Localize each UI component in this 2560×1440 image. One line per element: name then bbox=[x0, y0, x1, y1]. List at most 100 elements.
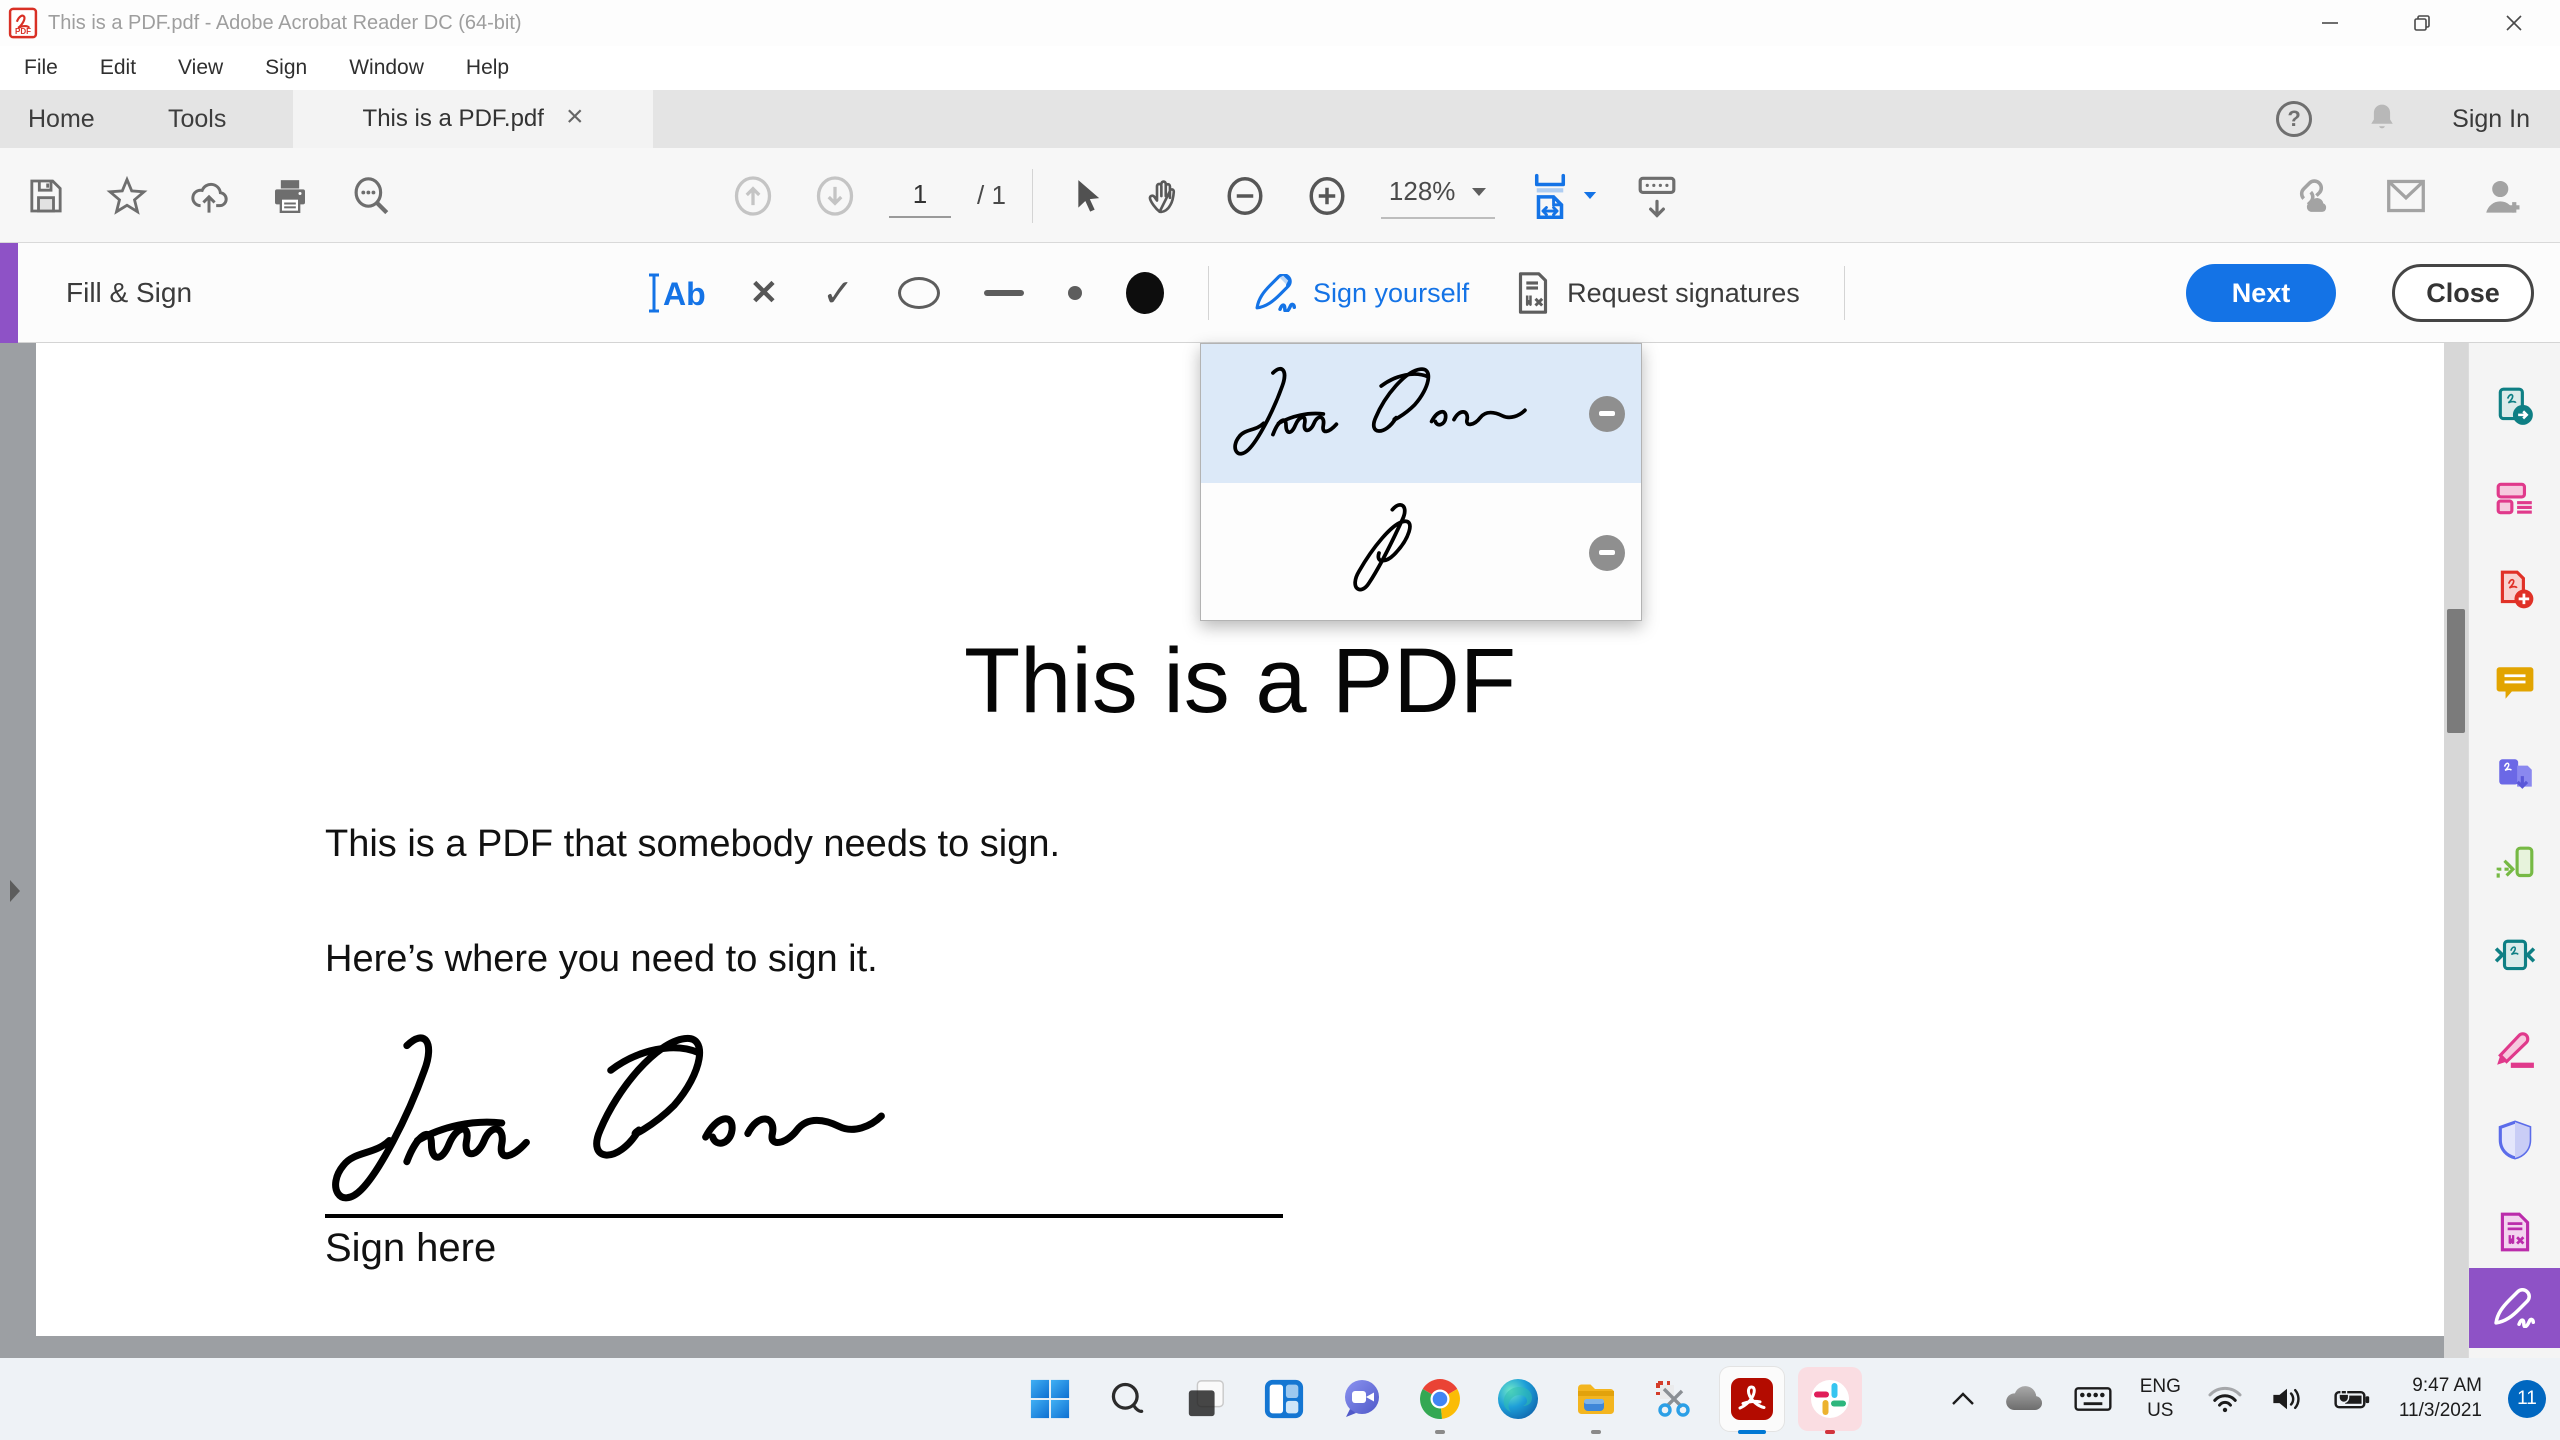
line-tool[interactable] bbox=[984, 290, 1024, 296]
notification-center-badge[interactable]: 11 bbox=[2508, 1380, 2546, 1418]
fill-sign-divider bbox=[1208, 266, 1209, 320]
remove-signature-button[interactable] bbox=[1589, 396, 1625, 432]
fill-sign-pen-icon bbox=[2492, 1288, 2538, 1328]
select-tool-icon[interactable] bbox=[1059, 170, 1111, 222]
battery-icon[interactable] bbox=[2331, 1384, 2373, 1414]
onedrive-icon[interactable] bbox=[2002, 1384, 2046, 1414]
close-window-button[interactable] bbox=[2468, 0, 2560, 46]
previous-page-icon[interactable] bbox=[725, 168, 781, 224]
windows-taskbar: ENG US 9:47 AM bbox=[0, 1358, 2560, 1440]
circle-tool[interactable] bbox=[898, 277, 940, 309]
dot-tool[interactable] bbox=[1068, 286, 1082, 300]
widgets-icon[interactable] bbox=[1252, 1360, 1316, 1438]
jane-doe-signature-image bbox=[1229, 358, 1539, 470]
taskbar-search-icon[interactable] bbox=[1096, 1360, 1160, 1438]
zoom-in-icon[interactable] bbox=[1299, 168, 1355, 224]
chevron-down-icon bbox=[1471, 187, 1487, 197]
language-indicator[interactable]: ENG US bbox=[2140, 1375, 2181, 1423]
search-icon[interactable] bbox=[344, 169, 398, 223]
hide-toolbar-icon[interactable] bbox=[1629, 167, 1685, 225]
pdf-paragraph: This is a PDF that somebody needs to sig… bbox=[325, 823, 1060, 866]
tab-document[interactable]: This is a PDF.pdf × bbox=[293, 90, 653, 148]
edge-icon[interactable] bbox=[1486, 1360, 1550, 1438]
filled-dot-color-swatch[interactable] bbox=[1126, 272, 1164, 314]
share-link-icon[interactable] bbox=[2280, 168, 2338, 224]
share-with-people-icon[interactable] bbox=[2474, 169, 2530, 223]
teams-chat-icon[interactable] bbox=[1330, 1360, 1394, 1438]
star-favorite-icon[interactable] bbox=[100, 169, 154, 223]
chrome-icon[interactable] bbox=[1408, 1360, 1472, 1438]
menu-help[interactable]: Help bbox=[460, 52, 515, 84]
task-view-icon[interactable] bbox=[1174, 1360, 1238, 1438]
vertical-scrollbar[interactable] bbox=[2444, 343, 2468, 1358]
menu-edit[interactable]: Edit bbox=[94, 52, 142, 84]
email-icon[interactable] bbox=[2378, 170, 2434, 222]
combine-files-icon[interactable] bbox=[2494, 753, 2536, 795]
show-hidden-icons-chevron[interactable] bbox=[1950, 1390, 1976, 1408]
running-indicator bbox=[1435, 1430, 1445, 1434]
left-gutter bbox=[0, 343, 36, 1358]
wifi-icon[interactable] bbox=[2207, 1384, 2243, 1414]
print-icon[interactable] bbox=[264, 170, 316, 222]
menu-file[interactable]: File bbox=[18, 52, 64, 84]
save-icon[interactable] bbox=[20, 170, 72, 222]
tab-tools[interactable]: Tools bbox=[150, 90, 244, 148]
next-page-icon[interactable] bbox=[807, 168, 863, 224]
remove-initials-button[interactable] bbox=[1589, 535, 1625, 571]
placed-signature-jane-doe[interactable] bbox=[326, 1008, 906, 1238]
file-explorer-icon[interactable] bbox=[1564, 1360, 1628, 1438]
page-number-input[interactable] bbox=[889, 174, 951, 218]
add-text-tool[interactable]: Ab bbox=[648, 273, 706, 313]
sign-yourself-button[interactable]: Sign yourself bbox=[1253, 274, 1469, 312]
tab-home[interactable]: Home bbox=[10, 90, 113, 148]
restore-button[interactable] bbox=[2376, 0, 2468, 46]
navigation-pane-toggle[interactable] bbox=[0, 861, 30, 921]
sign-in-button[interactable]: Sign In bbox=[2452, 105, 2530, 134]
check-mark-tool[interactable]: ✓ bbox=[822, 271, 854, 316]
next-button[interactable]: Next bbox=[2186, 264, 2336, 322]
fit-width-dropdown[interactable] bbox=[1521, 167, 1603, 225]
comment-icon[interactable] bbox=[2494, 661, 2536, 703]
cross-mark-tool[interactable]: ✕ bbox=[750, 273, 779, 313]
clock[interactable]: 9:47 AM 11/3/2021 bbox=[2399, 1374, 2482, 1423]
notification-indicator bbox=[1825, 1430, 1835, 1434]
touch-keyboard-icon[interactable] bbox=[2072, 1383, 2114, 1415]
help-icon[interactable]: ? bbox=[2276, 101, 2312, 137]
scrollbar-thumb[interactable] bbox=[2447, 609, 2465, 733]
volume-icon[interactable] bbox=[2269, 1384, 2305, 1414]
export-pdf-icon[interactable] bbox=[2494, 386, 2536, 428]
cloud-upload-icon[interactable] bbox=[182, 169, 236, 223]
highlight-pen-icon[interactable] bbox=[2494, 1028, 2536, 1070]
edit-pdf-icon[interactable] bbox=[2494, 478, 2536, 520]
menu-sign[interactable]: Sign bbox=[259, 52, 313, 84]
slack-icon[interactable] bbox=[1798, 1360, 1862, 1438]
zoom-out-icon[interactable] bbox=[1217, 168, 1273, 224]
request-signatures-side-icon[interactable] bbox=[2494, 1211, 2536, 1253]
acrobat-reader-icon[interactable] bbox=[1720, 1360, 1784, 1438]
zoom-level-dropdown[interactable]: 128% bbox=[1381, 172, 1496, 219]
organize-pages-icon[interactable] bbox=[2494, 844, 2536, 886]
menu-view[interactable]: View bbox=[172, 52, 229, 84]
signature-option-jane-doe[interactable] bbox=[1201, 344, 1641, 483]
signature-option-jd-initials[interactable] bbox=[1201, 483, 1641, 622]
running-indicator bbox=[1591, 1430, 1601, 1434]
protect-shield-icon[interactable] bbox=[2494, 1119, 2536, 1161]
tab-close-icon[interactable]: × bbox=[566, 102, 584, 132]
start-button[interactable] bbox=[1018, 1360, 1082, 1438]
document-area: This is a PDF This is a PDF that somebod… bbox=[0, 343, 2560, 1358]
fill-sign-active-tool[interactable] bbox=[2469, 1268, 2560, 1348]
compress-pdf-icon[interactable] bbox=[2494, 936, 2536, 978]
toolbar-left-group bbox=[20, 148, 398, 243]
notifications-bell-icon[interactable] bbox=[2366, 102, 2398, 136]
tabbar: Home Tools This is a PDF.pdf × ? Sign In bbox=[0, 90, 2560, 148]
close-tool-button[interactable]: Close bbox=[2392, 264, 2534, 322]
sign-here-label: Sign here bbox=[325, 1226, 496, 1271]
hand-tool-icon[interactable] bbox=[1137, 169, 1191, 223]
toolbar-right-group bbox=[2280, 148, 2530, 243]
create-pdf-icon[interactable] bbox=[2494, 569, 2536, 611]
request-signatures-button[interactable]: Request signatures bbox=[1513, 271, 1800, 315]
fill-sign-accent-bar bbox=[0, 243, 18, 343]
menu-window[interactable]: Window bbox=[343, 52, 430, 84]
minimize-button[interactable] bbox=[2284, 0, 2376, 46]
snipping-tool-icon[interactable] bbox=[1642, 1360, 1706, 1438]
